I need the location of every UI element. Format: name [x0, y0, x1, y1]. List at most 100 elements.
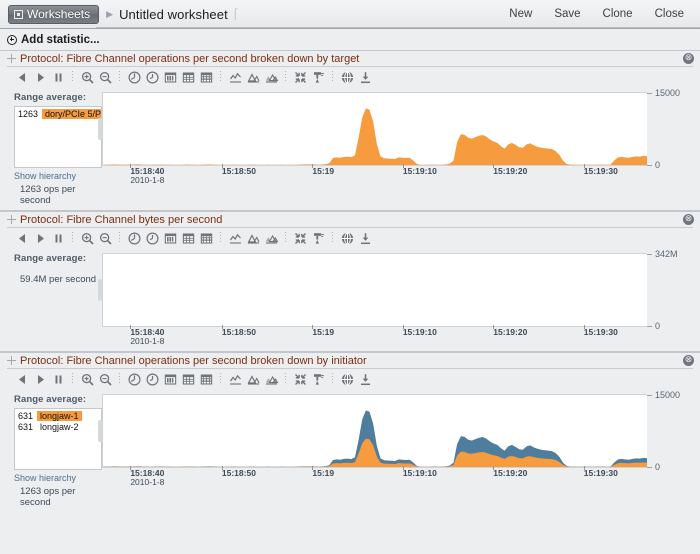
x-axis-tickmark [312, 466, 314, 470]
show-minute-icon[interactable] [126, 230, 142, 246]
line-graph-icon[interactable] [227, 69, 243, 85]
zoom-out-icon[interactable] [97, 230, 113, 246]
pause-icon[interactable] [50, 371, 66, 387]
worksheets-button[interactable]: Worksheets [8, 4, 100, 24]
toolbar-separator [119, 373, 120, 385]
worksheet-title[interactable]: Untitled worksheet [119, 7, 228, 22]
chart-toolbar [0, 368, 700, 390]
show-day-icon[interactable] [162, 371, 178, 387]
drilldown-icon[interactable] [310, 371, 326, 387]
panel-title[interactable]: Protocol: Fibre Channel bytes per second [20, 214, 222, 226]
add-statistic-row[interactable]: Add statistic... [0, 29, 700, 50]
sync-worksheet-icon[interactable] [292, 230, 308, 246]
show-hour-icon[interactable] [144, 69, 160, 85]
show-minute-icon[interactable] [126, 371, 142, 387]
legend-item[interactable]: 1263dory/PCIe 5/Port 1 [15, 109, 101, 120]
save-statistic-icon[interactable] [339, 69, 355, 85]
panel-close-icon[interactable]: ⊗ [683, 355, 694, 366]
toolbar-separator [332, 232, 333, 244]
x-axis: 15:18:40 15:18:50 15:19 15:19:10 15:19:20 15:… [102, 466, 647, 488]
pause-icon[interactable] [50, 230, 66, 246]
zoom-in-icon[interactable] [79, 371, 95, 387]
text-cursor-icon: ⌠ [231, 8, 239, 20]
legend-column: Range average: 631 longjaw-1 631 longjaw-2 Sh… [14, 390, 102, 508]
drag-handle-icon[interactable] [7, 54, 16, 63]
show-hour-icon[interactable] [144, 371, 160, 387]
zoom-out-icon[interactable] [97, 69, 113, 85]
chart-row: Range average: 59.4M per second 342M 0 15:18… [0, 249, 700, 347]
show-month-icon[interactable] [198, 371, 214, 387]
mountain-graph-icon[interactable] [245, 371, 261, 387]
x-axis-tick-label: 15:19:30 [583, 166, 618, 176]
plot-column: 15000 0 15:18:40 15:18:50 15:19 15:19:10 15:19… [98, 88, 693, 206]
legend-item[interactable]: 631 longjaw-1 [15, 411, 101, 422]
show-week-icon[interactable] [180, 69, 196, 85]
legend-box[interactable]: 1263dory/PCIe 5/Port 1 [14, 106, 102, 168]
y-axis-tick-label: 0 [655, 321, 661, 331]
x-axis-tickmark [583, 466, 585, 470]
show-month-icon[interactable] [198, 230, 214, 246]
drilldown-icon[interactable] [310, 230, 326, 246]
export-icon[interactable] [357, 371, 373, 387]
show-day-icon[interactable] [162, 230, 178, 246]
panel-title[interactable]: Protocol: Fibre Channel operations per s… [20, 53, 359, 65]
stacked-graph-icon[interactable] [263, 69, 279, 85]
zoom-out-icon[interactable] [97, 371, 113, 387]
mountain-graph-icon[interactable] [245, 230, 261, 246]
export-icon[interactable] [357, 230, 373, 246]
export-icon[interactable] [357, 69, 373, 85]
y-axis-tick-max: 15000 [647, 390, 680, 400]
new-button[interactable]: New [509, 8, 532, 20]
legend-box[interactable]: 631 longjaw-1 631 longjaw-2 [14, 408, 102, 470]
sync-worksheet-icon[interactable] [292, 69, 308, 85]
y-axis-tick-max: 15000 [647, 88, 680, 98]
step-backward-icon[interactable] [14, 69, 30, 85]
show-week-icon[interactable] [180, 230, 196, 246]
stacked-graph-icon[interactable] [263, 371, 279, 387]
drag-handle-icon[interactable] [7, 356, 16, 365]
step-forward-icon[interactable] [32, 230, 48, 246]
y-axis-tick-min: 0 [647, 321, 660, 331]
drag-handle-icon[interactable] [7, 215, 16, 224]
step-forward-icon[interactable] [32, 371, 48, 387]
zoom-in-icon[interactable] [79, 69, 95, 85]
line-graph-icon[interactable] [227, 371, 243, 387]
step-forward-icon[interactable] [32, 69, 48, 85]
save-statistic-icon[interactable] [339, 371, 355, 387]
panel-close-icon[interactable]: ⊗ [683, 214, 694, 225]
panel-title[interactable]: Protocol: Fibre Channel operations per s… [20, 355, 367, 367]
plot-area[interactable] [102, 394, 647, 468]
show-month-icon[interactable] [198, 69, 214, 85]
show-week-icon[interactable] [180, 371, 196, 387]
save-button[interactable]: Save [554, 8, 580, 20]
clone-button[interactable]: Clone [603, 8, 633, 20]
sync-worksheet-icon[interactable] [292, 371, 308, 387]
x-axis-tickmark [312, 164, 314, 168]
toolbar-separator [119, 232, 120, 244]
step-backward-icon[interactable] [14, 230, 30, 246]
x-axis-tickmark [221, 164, 223, 168]
drilldown-icon[interactable] [310, 69, 326, 85]
x-axis-tickmark [130, 325, 132, 329]
stacked-graph-icon[interactable] [263, 230, 279, 246]
save-statistic-icon[interactable] [339, 230, 355, 246]
show-hierarchy-link[interactable]: Show hierarchy [14, 171, 102, 181]
step-backward-icon[interactable] [14, 371, 30, 387]
show-hierarchy-link[interactable]: Show hierarchy [14, 473, 102, 483]
close-button[interactable]: Close [655, 8, 684, 20]
toolbar-separator [332, 373, 333, 385]
plot-area[interactable] [102, 253, 647, 327]
pause-icon[interactable] [50, 69, 66, 85]
show-hour-icon[interactable] [144, 230, 160, 246]
x-axis-tick-label: 15:18:50 [221, 468, 256, 478]
show-minute-icon[interactable] [126, 69, 142, 85]
line-graph-icon[interactable] [227, 230, 243, 246]
legend-item[interactable]: 631 longjaw-2 [15, 422, 101, 433]
show-day-icon[interactable] [162, 69, 178, 85]
plot-area[interactable] [102, 92, 647, 166]
mountain-graph-icon[interactable] [245, 69, 261, 85]
y-axis: 15000 0 [647, 88, 693, 170]
zoom-in-icon[interactable] [79, 230, 95, 246]
toolbar-separator [220, 71, 221, 83]
panel-close-icon[interactable]: ⊗ [683, 53, 694, 64]
